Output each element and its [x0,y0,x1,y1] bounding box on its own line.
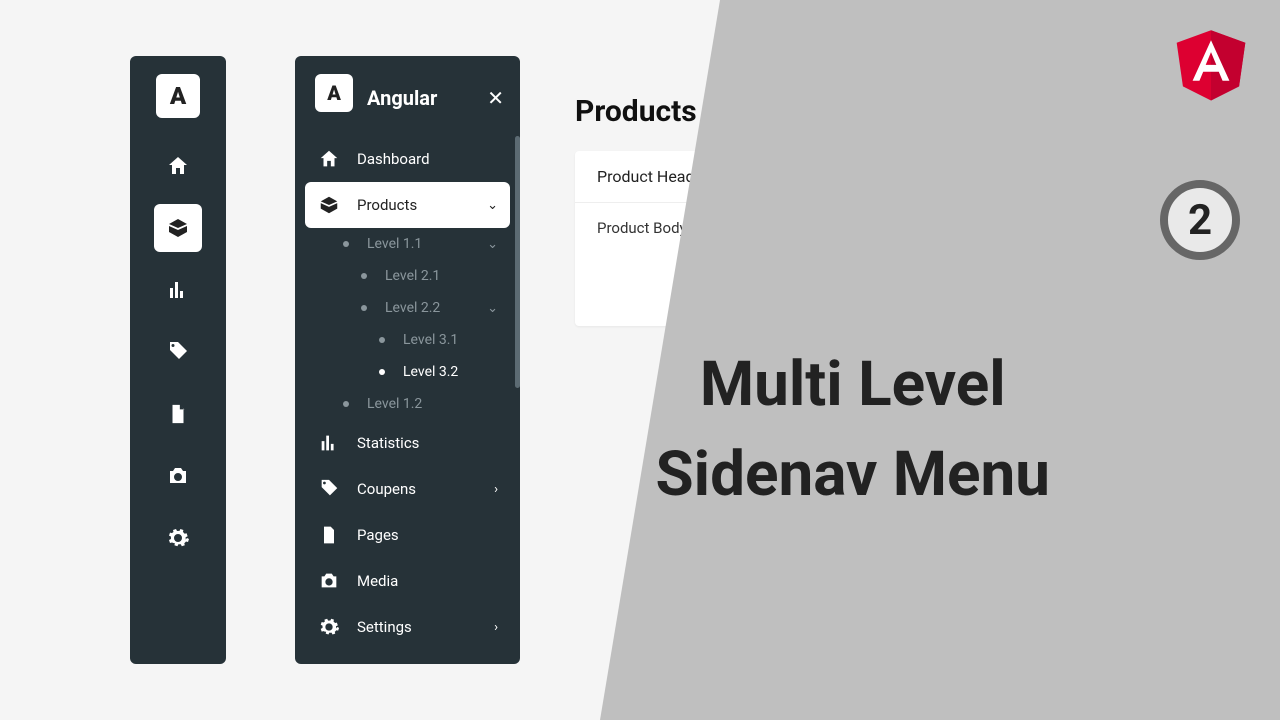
headline-line-1: Multi Level [656,340,1051,430]
file-icon [317,523,341,547]
nav-label: Media [357,572,498,590]
sub-item-level-3-2[interactable]: Level 3.2 [365,356,510,388]
part-number-value: 2 [1188,196,1212,245]
nav-item-media[interactable]: Media [305,558,510,604]
mini-item-coupens[interactable] [154,328,202,376]
gear-icon [166,526,190,550]
mini-item-dashboard[interactable] [154,142,202,190]
chevron-down-icon: ⌄ [487,301,498,316]
tag-icon [166,340,190,364]
nav-item-dashboard[interactable]: Dashboard [305,136,510,182]
mini-item-statistics[interactable] [154,266,202,314]
mini-item-media[interactable] [154,452,202,500]
part-number-badge: 2 [1160,180,1240,260]
tag-icon [317,478,341,500]
brand-logo[interactable]: A [156,74,200,118]
bullet-icon [343,241,349,247]
nav-item-statistics[interactable]: Statistics [305,420,510,466]
nav-label: Dashboard [357,150,498,168]
angular-logo-icon [1172,22,1250,104]
mini-item-products[interactable] [154,204,202,252]
nav-label: Coupens [357,480,478,498]
sidenav-collapsed: A [130,56,226,664]
brand-title: Angular [367,86,473,110]
bullet-icon [361,273,367,279]
brand-logo[interactable]: A [315,74,353,112]
home-icon [317,148,341,170]
camera-icon [317,570,341,592]
nav-label: Statistics [357,434,498,452]
chevron-down-icon: ⌄ [487,237,498,252]
nav-item-pages[interactable]: Pages [305,512,510,558]
sidenav-expanded: A Angular ✕ Dashboard Products ⌄ Level 1… [295,56,520,664]
camera-icon [166,464,190,488]
promo-headline: Multi Level Sidenav Menu [656,340,1051,520]
sub-item-level-1-1[interactable]: Level 1.1 ⌄ [329,228,510,260]
home-icon [166,154,190,178]
nav-item-coupens[interactable]: Coupens › [305,466,510,512]
mini-item-pages[interactable] [154,390,202,438]
nav-label: Products [357,196,471,214]
scrollbar-thumb[interactable] [515,136,520,388]
sub-item-level-3-1[interactable]: Level 3.1 [365,324,510,356]
sub-item-level-2-2[interactable]: Level 2.2⌄ [347,292,510,324]
sub-item-level-2-1[interactable]: Level 2.1 [347,260,510,292]
chevron-right-icon: › [494,620,498,635]
headline-line-2: Sidenav Menu [656,430,1051,520]
mini-item-settings[interactable] [154,514,202,562]
box-icon [166,216,190,240]
chart-icon [317,432,341,454]
box-icon [317,194,341,216]
chevron-right-icon: › [494,482,498,497]
chart-icon [166,278,190,302]
sub-item-level-1-2[interactable]: Level 1.2 [329,388,510,420]
bullet-icon [343,401,349,407]
bullet-icon [379,369,385,375]
nav-item-products[interactable]: Products ⌄ [305,182,510,228]
bullet-icon [379,337,385,343]
nav-label: Settings [357,618,478,636]
gear-icon [317,616,341,638]
file-icon [167,401,189,427]
close-icon[interactable]: ✕ [487,86,504,110]
nav-label: Pages [357,526,498,544]
chevron-down-icon: ⌄ [487,198,498,213]
bullet-icon [361,305,367,311]
nav-item-settings[interactable]: Settings › [305,604,510,650]
